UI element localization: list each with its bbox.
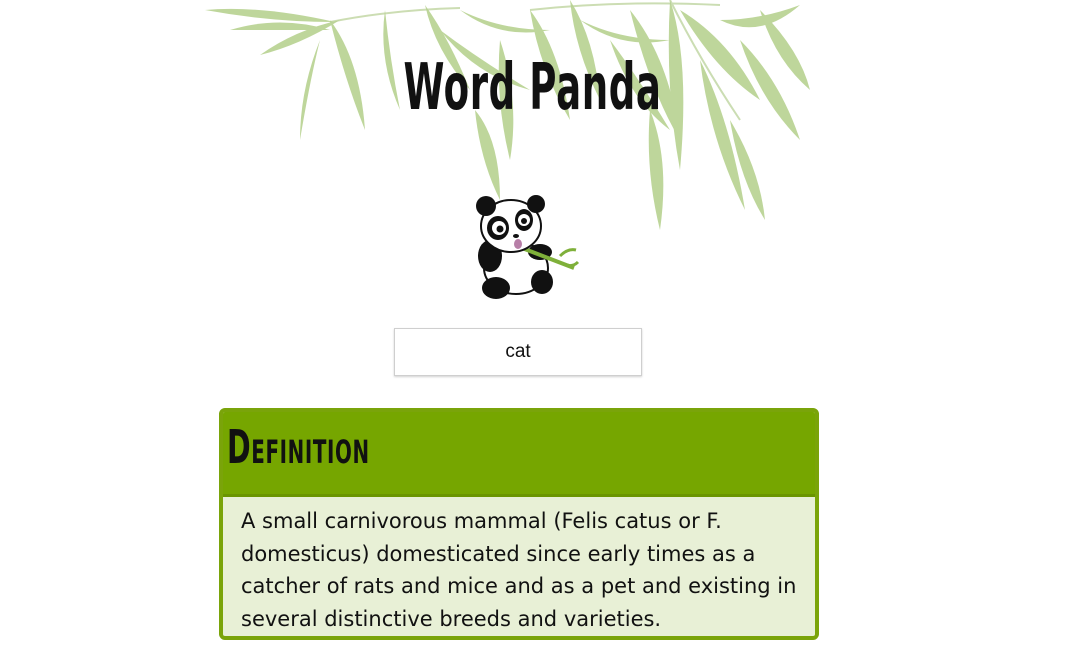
definition-heading: Definition <box>227 420 370 474</box>
definition-header: Definition <box>223 412 815 497</box>
word-panda-page: Word Panda Definition A sma <box>0 0 1086 651</box>
definition-text: A small carnivorous mammal (Felis catus … <box>241 509 797 631</box>
panda-icon <box>476 195 580 299</box>
app-title: Word Panda <box>403 51 662 125</box>
word-search-input[interactable] <box>394 328 642 376</box>
definition-card: Definition A small carnivorous mammal (F… <box>219 408 819 640</box>
